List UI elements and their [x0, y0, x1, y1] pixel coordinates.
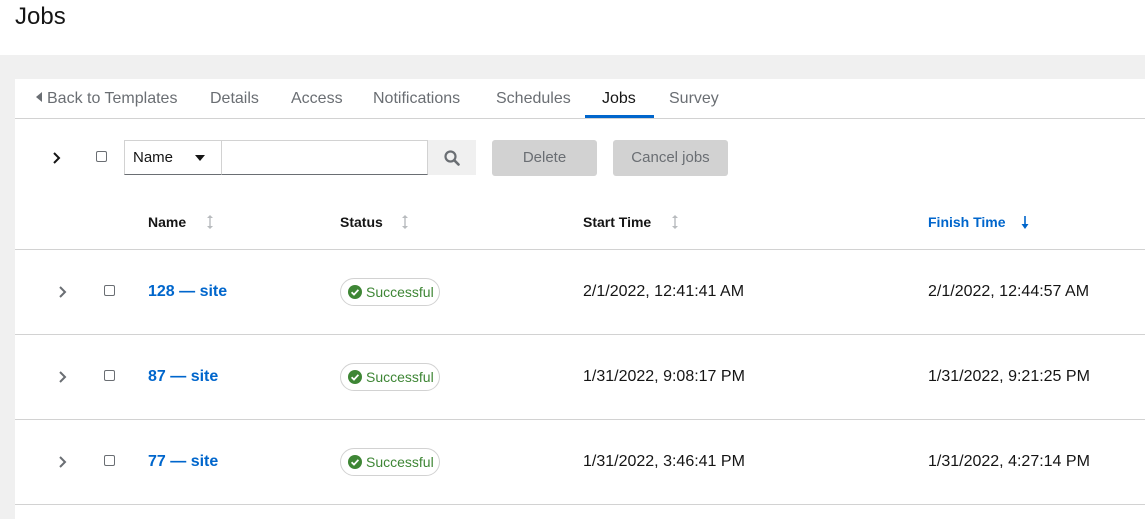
row-divider: [15, 504, 1145, 505]
column-header-start-time[interactable]: Start Time: [583, 214, 651, 230]
chevron-right-icon: [59, 371, 67, 383]
status-badge: Successful: [340, 448, 440, 476]
check-circle-icon: [348, 370, 362, 384]
column-header-name[interactable]: Name: [148, 214, 186, 230]
row-expand-toggle[interactable]: [57, 455, 69, 469]
tab-notifications[interactable]: Notifications: [373, 79, 460, 118]
filter-select-value: Name: [133, 149, 174, 166]
status-label: Successful: [366, 454, 434, 470]
tab-schedules[interactable]: Schedules: [496, 79, 571, 118]
finish-time-cell: 1/31/2022, 9:21:25 PM: [928, 368, 1090, 385]
chevron-right-icon: [59, 456, 67, 468]
chevron-right-icon: [59, 286, 67, 298]
row-checkbox[interactable]: [104, 370, 115, 381]
cancel-jobs-button[interactable]: Cancel jobs: [613, 140, 728, 176]
finish-time-cell: 1/31/2022, 4:27:14 PM: [928, 453, 1090, 470]
chevron-right-icon: [53, 152, 61, 164]
sort-icon[interactable]: [401, 214, 409, 230]
status-label: Successful: [366, 369, 434, 385]
sort-descending-icon[interactable]: [1021, 214, 1029, 230]
row-divider: [15, 419, 1145, 420]
job-name-link[interactable]: 128 — site: [148, 283, 227, 301]
tab-survey[interactable]: Survey: [669, 79, 719, 118]
status-badge: Successful: [340, 363, 440, 391]
tab-jobs[interactable]: Jobs: [602, 79, 636, 118]
tab-details[interactable]: Details: [210, 79, 259, 118]
row-expand-toggle[interactable]: [57, 370, 69, 384]
filter-select[interactable]: Name: [124, 140, 222, 175]
check-circle-icon: [348, 285, 362, 299]
delete-button[interactable]: Delete: [492, 140, 597, 176]
toolbar-expand-toggle[interactable]: [51, 151, 63, 165]
search-button[interactable]: [428, 140, 476, 175]
status-badge: Successful: [340, 278, 440, 306]
start-time-cell: 1/31/2022, 9:08:17 PM: [583, 368, 745, 385]
header-divider: [15, 249, 1145, 250]
start-time-cell: 1/31/2022, 3:46:41 PM: [583, 453, 745, 470]
row-checkbox[interactable]: [104, 455, 115, 466]
column-header-status[interactable]: Status: [340, 214, 383, 230]
page-title: Jobs: [15, 3, 66, 30]
caret-left-icon: [36, 92, 42, 102]
caret-down-icon: [195, 155, 205, 161]
active-tab-indicator: [585, 115, 654, 118]
finish-time-cell: 2/1/2022, 12:44:57 AM: [928, 283, 1090, 300]
select-all-checkbox[interactable]: [96, 151, 107, 162]
sort-icon[interactable]: [671, 214, 679, 230]
tab-access[interactable]: Access: [291, 79, 343, 118]
row-checkbox[interactable]: [104, 285, 115, 296]
job-name-link[interactable]: 77 — site: [148, 453, 218, 471]
page-header: Jobs: [0, 0, 1145, 55]
search-icon: [444, 150, 460, 166]
check-circle-icon: [348, 455, 362, 469]
search-input[interactable]: [222, 140, 428, 175]
jobs-card: Back to Templates Details Access Notific…: [15, 79, 1145, 519]
tab-label: Back to Templates: [47, 90, 178, 107]
row-expand-toggle[interactable]: [57, 285, 69, 299]
sort-icon[interactable]: [206, 214, 214, 230]
row-divider: [15, 334, 1145, 335]
column-header-finish-time[interactable]: Finish Time: [928, 214, 1006, 230]
start-time-cell: 2/1/2022, 12:41:41 AM: [583, 283, 745, 300]
tab-back-to-templates[interactable]: Back to Templates: [36, 79, 177, 118]
status-label: Successful: [366, 284, 434, 300]
tab-bar: Back to Templates Details Access Notific…: [15, 79, 1145, 119]
job-name-link[interactable]: 87 — site: [148, 368, 218, 386]
